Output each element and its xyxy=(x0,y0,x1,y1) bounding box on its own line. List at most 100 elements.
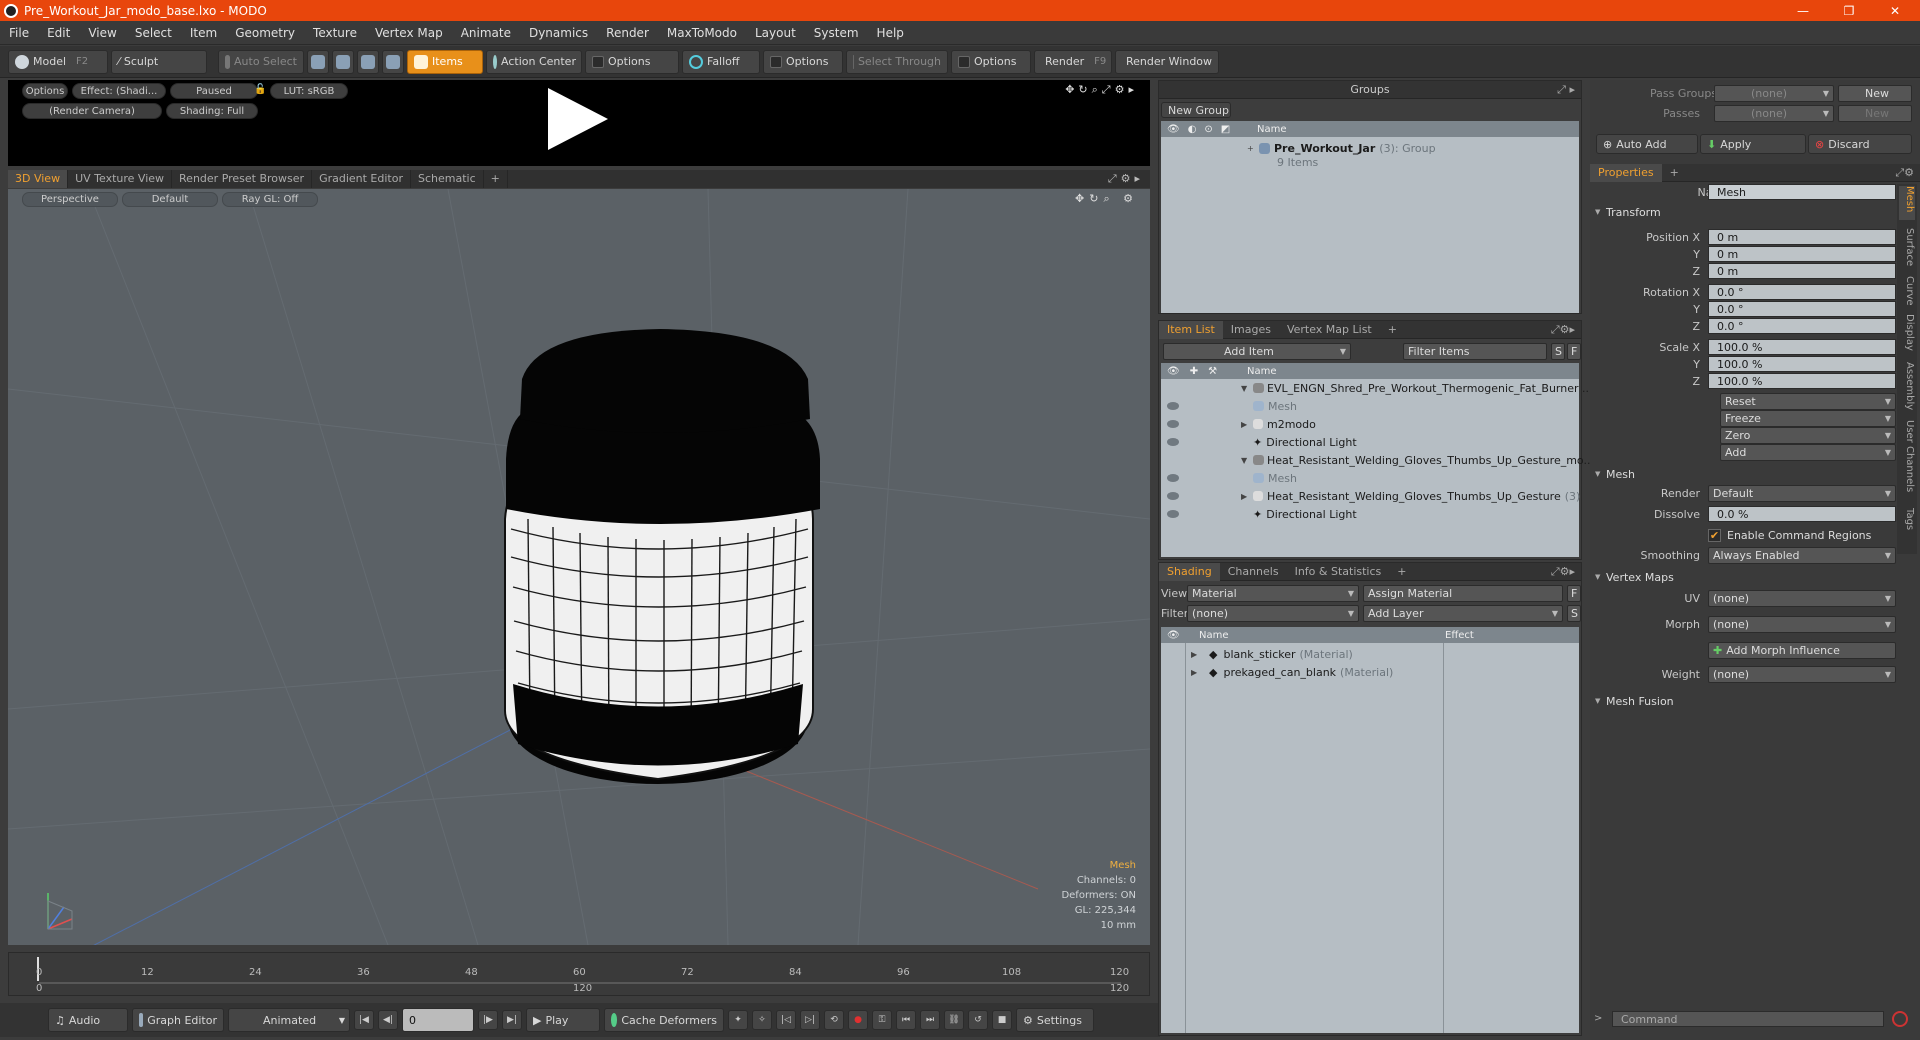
eye-icon[interactable] xyxy=(1167,438,1179,446)
uv-dropdown[interactable]: (none) ▼ xyxy=(1708,590,1896,607)
side-tab-tags[interactable]: Tags xyxy=(1899,508,1915,538)
preview-options-button[interactable]: Options xyxy=(22,83,68,99)
s-button[interactable]: S xyxy=(1551,343,1565,360)
cache-deformers-button[interactable]: Cache Deformers xyxy=(604,1008,724,1032)
side-tab-mesh[interactable]: Mesh xyxy=(1899,186,1915,220)
zero-dropdown[interactable]: Zero ▼ xyxy=(1720,427,1896,444)
model-mode-button[interactable]: Model F2 xyxy=(8,49,108,74)
f-button[interactable]: F xyxy=(1567,343,1581,360)
f-button[interactable]: F xyxy=(1567,585,1581,602)
go-end-button[interactable]: ▶| xyxy=(502,1010,522,1030)
add-tab-icon[interactable]: + xyxy=(1662,164,1687,182)
tab-channels[interactable]: Channels xyxy=(1220,563,1287,581)
group-row[interactable]: + Pre_Workout_Jar (3) : Group xyxy=(1247,139,1436,157)
step-back-button[interactable]: ◀| xyxy=(378,1010,398,1030)
audio-button[interactable]: ♫ Audio xyxy=(48,1008,128,1032)
viewport-panel-icons[interactable]: ⤢⚙▸ xyxy=(1108,172,1144,186)
mesh-fusion-section[interactable]: Mesh Fusion xyxy=(1590,693,1890,709)
freeze-dropdown[interactable]: Freeze ▼ xyxy=(1720,410,1896,427)
tab-uv-texture-view[interactable]: UV Texture View xyxy=(68,170,173,188)
tab-schematic[interactable]: Schematic xyxy=(411,170,484,188)
minimize-button[interactable]: — xyxy=(1780,0,1826,21)
menu-texture[interactable]: Texture xyxy=(304,26,366,40)
animated-dropdown[interactable]: Animated ▼ xyxy=(228,1008,350,1032)
list-item[interactable]: ▼ EVL_ENGN_Shred_Pre_Workout_Thermogenic_… xyxy=(1241,379,1593,397)
list-item[interactable]: ✦ Directional Light xyxy=(1253,505,1357,523)
side-tab-user-channels[interactable]: User Channels xyxy=(1899,420,1915,500)
menu-select[interactable]: Select xyxy=(126,26,181,40)
key-all-icon[interactable]: ✧ xyxy=(752,1010,772,1030)
view-dropdown[interactable]: Material ▼ xyxy=(1187,585,1359,602)
new-pass-button[interactable]: New xyxy=(1838,105,1912,122)
list-item[interactable]: ▶ ◆ prekaged_can_blank (Material) xyxy=(1191,663,1393,681)
view-mode-dropdown[interactable]: Perspective xyxy=(22,192,118,207)
shader-tree[interactable]: 👁 Name Effect ▶ ◆ blank_sticker (Material) ▶ ◆… xyxy=(1161,627,1579,1033)
scale-z-field[interactable]: 100.0 % xyxy=(1708,373,1896,389)
graph-editor-button[interactable]: Graph Editor xyxy=(132,1008,224,1032)
side-tab-display[interactable]: Display xyxy=(1899,314,1915,354)
position-y-field[interactable]: 0 m xyxy=(1708,246,1896,262)
panel-icons[interactable]: ⤢⚙▸ xyxy=(1551,565,1575,579)
weight-dropdown[interactable]: (none) ▼ xyxy=(1708,666,1896,683)
position-z-field[interactable]: 0 m xyxy=(1708,263,1896,279)
add-tab-icon[interactable]: + xyxy=(1389,563,1414,581)
dissolve-field[interactable]: 0.0 % xyxy=(1708,506,1896,522)
vertex-maps-section[interactable]: Vertex Maps xyxy=(1590,569,1890,585)
link-icon[interactable]: ⛓ xyxy=(944,1010,964,1030)
list-item[interactable]: ▶ ◆ blank_sticker (Material) xyxy=(1191,645,1353,663)
pass-groups-dropdown[interactable]: (none) ▼ xyxy=(1714,85,1834,102)
restore-button[interactable]: ❐ xyxy=(1826,0,1872,21)
tab-render-preset-browser[interactable]: Render Preset Browser xyxy=(172,170,313,188)
items-mode-button[interactable]: Items xyxy=(407,49,483,74)
list-item[interactable]: ▶ Heat_Resistant_Welding_Gloves_Thumbs_Up… xyxy=(1241,487,1580,505)
sculpt-mode-button[interactable]: ⁄ Sculpt xyxy=(111,49,207,74)
tab-3d-view[interactable]: 3D View xyxy=(8,170,69,188)
enable-command-regions-toggle[interactable]: ✔ Enable Command Regions xyxy=(1708,527,1908,543)
smoothing-dropdown[interactable]: Always Enabled ▼ xyxy=(1708,547,1896,564)
tab-shading[interactable]: Shading xyxy=(1159,562,1220,581)
select-through-options-button[interactable]: Options xyxy=(951,49,1031,74)
scale-x-field[interactable]: 100.0 % xyxy=(1708,339,1896,355)
command-expand-icon[interactable]: > xyxy=(1594,1013,1602,1024)
reset-dropdown[interactable]: Reset ▼ xyxy=(1720,393,1896,410)
preview-camera-dropdown[interactable]: (Render Camera) xyxy=(22,103,162,119)
morph-dropdown[interactable]: (none) ▼ xyxy=(1708,616,1896,633)
auto-add-button[interactable]: ⊕ Auto Add xyxy=(1596,134,1698,154)
scale-y-field[interactable]: 100.0 % xyxy=(1708,356,1896,372)
menu-item[interactable]: Item xyxy=(181,26,226,40)
prev-frame-button[interactable]: ⏮ xyxy=(896,1010,916,1030)
list-item[interactable]: ✦ Directional Light xyxy=(1253,433,1357,451)
transform-section[interactable]: Transform xyxy=(1590,204,1890,220)
edges-mode-button[interactable] xyxy=(332,49,354,74)
add-item-dropdown[interactable]: Add Item ▼ xyxy=(1163,343,1351,360)
discard-button[interactable]: ⊗ Discard xyxy=(1808,134,1912,154)
jar-mesh[interactable] xyxy=(503,329,820,784)
add-tab-icon[interactable]: + xyxy=(1380,321,1405,339)
apply-button[interactable]: ⬇ Apply xyxy=(1700,134,1806,154)
prev-key-button[interactable]: |◁ xyxy=(776,1010,796,1030)
panel-icons[interactable]: ⤢⚙ xyxy=(1895,166,1914,180)
item-tree[interactable]: 👁✚⚒ Name ▼ EVL_ENGN_Shred_Pre_Workout_Ther… xyxy=(1161,363,1594,557)
add-morph-influence-button[interactable]: ✚ Add Morph Influence xyxy=(1708,642,1896,659)
add-dropdown[interactable]: Add ▼ xyxy=(1720,444,1896,461)
eye-icon[interactable] xyxy=(1167,420,1179,428)
mesh-section[interactable]: Mesh xyxy=(1590,466,1890,482)
menu-maxtomodo[interactable]: MaxToModo xyxy=(658,26,746,40)
menu-help[interactable]: Help xyxy=(868,26,913,40)
menu-edit[interactable]: Edit xyxy=(38,26,79,40)
auto-key-icon[interactable]: ⟲ xyxy=(824,1010,844,1030)
frame-field[interactable]: 0 xyxy=(402,1008,474,1032)
preview-paused-button[interactable]: Paused xyxy=(170,83,258,99)
action-center-button[interactable]: Action Center xyxy=(486,49,582,74)
close-button[interactable]: ✕ xyxy=(1872,0,1918,21)
preview-effect-dropdown[interactable]: Effect: (Shadi... xyxy=(72,83,166,99)
key-filter-icon[interactable]: ⚿ xyxy=(872,1010,892,1030)
side-tab-curve[interactable]: Curve xyxy=(1899,276,1915,306)
preview-nav-icons[interactable]: ✥↻⌕⤢⚙▸ xyxy=(1065,83,1138,97)
step-forward-button[interactable]: |▶ xyxy=(478,1010,498,1030)
cycle-icon[interactable]: ↺ xyxy=(968,1010,988,1030)
expand-icon[interactable]: + xyxy=(1247,144,1259,153)
tab-vertex-map-list[interactable]: Vertex Map List xyxy=(1279,321,1380,339)
filter-dropdown[interactable]: (none) ▼ xyxy=(1187,605,1359,622)
eye-icon[interactable] xyxy=(1167,474,1179,482)
